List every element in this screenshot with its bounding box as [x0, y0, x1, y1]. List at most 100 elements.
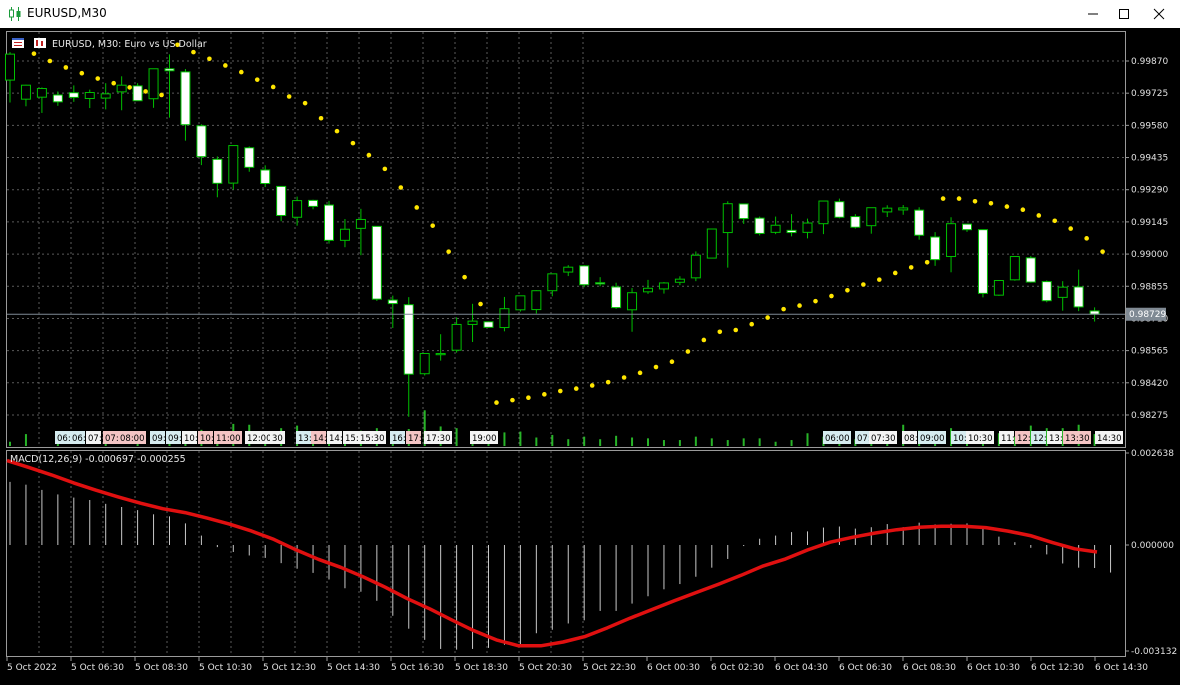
sar-dot: [478, 301, 483, 307]
sar-dot: [1052, 218, 1058, 224]
macd-tick-label: -0.003132: [1131, 647, 1177, 657]
time-label: 6 Oct 10:30: [967, 663, 1020, 673]
session-tag-label: 08:: [904, 434, 918, 444]
candle-body: [1073, 286, 1084, 308]
sar-dot: [1100, 249, 1105, 254]
candle-body: [324, 204, 334, 241]
session-tag-label: 14:: [313, 434, 327, 444]
price-tick-label: 0.99580: [1131, 121, 1168, 131]
price-chart[interactable]: 06: 06: 07: 07: 08:00 09: 09: 10: 10: 11:00 12:00 3…: [0, 28, 1180, 685]
sar-dot: [127, 85, 132, 90]
price-tick-label: 0.99290: [1131, 186, 1168, 196]
time-label: 5 Oct 14:30: [327, 663, 380, 673]
sar-dot: [605, 379, 611, 385]
candle-body: [914, 209, 925, 236]
session-tag-label: 11:: [1001, 434, 1015, 444]
candle-body: [563, 266, 574, 273]
session-tag-label: 07:: [105, 434, 119, 444]
sar-dot: [924, 260, 930, 265]
time-label: 6 Oct 14:30: [1095, 663, 1148, 673]
sar-dot: [286, 94, 292, 99]
minimize-icon: [1088, 13, 1098, 15]
session-tag-label: 17:: [408, 434, 422, 444]
maximize-button[interactable]: [1107, 0, 1141, 28]
session-tag-label: 12:: [1017, 434, 1031, 444]
candle-body: [1057, 286, 1068, 298]
time-label: 5 Oct 18:30: [455, 663, 508, 673]
candle-body: [483, 321, 494, 328]
time-label: 6 Oct 06:30: [839, 663, 892, 673]
candle-body: [643, 287, 653, 293]
price-tick-label: 0.98565: [1131, 347, 1168, 357]
candle-body: [690, 254, 701, 279]
session-tag-label: 12:: [1033, 434, 1047, 444]
candle-body: [260, 169, 271, 185]
macd-tick-label: 0.002638: [1131, 449, 1174, 459]
candle-body: [850, 216, 861, 228]
sar-dot: [589, 383, 595, 388]
candle-body: [132, 85, 143, 102]
maximize-icon: [1119, 9, 1129, 19]
time-label: 5 Oct 12:30: [263, 663, 316, 673]
sar-dot: [733, 327, 739, 333]
candlestick-chart-icon: [9, 7, 21, 21]
sar-dot: [526, 395, 531, 400]
candle-body: [1025, 257, 1036, 283]
candle-body: [882, 207, 893, 213]
sar-dot: [701, 337, 707, 343]
candle-body: [148, 68, 159, 100]
price-tick-label: 0.99435: [1131, 154, 1168, 164]
session-tag-label: 10:: [200, 434, 214, 444]
sar-dot: [877, 277, 882, 282]
session-tag-label: 14:30: [1097, 434, 1122, 444]
sar-dot: [685, 349, 691, 354]
instrument-list-icon[interactable]: [12, 38, 24, 48]
sar-dot: [797, 303, 802, 308]
session-tag-label: 10:30: [968, 434, 993, 444]
session-tag-label: 13:: [1049, 434, 1063, 444]
session-tag-label: 15:30: [360, 434, 385, 444]
session-tag-label: 11:00: [216, 434, 241, 444]
close-icon: [1153, 8, 1165, 20]
session-tag-label: 13:: [298, 434, 312, 444]
sar-dot: [908, 265, 914, 270]
time-label: 5 Oct 20:30: [519, 663, 572, 673]
session-tag-label: 09:: [152, 434, 166, 444]
candle-body: [579, 265, 590, 286]
sar-dot: [1020, 207, 1026, 213]
chart-type-icon[interactable]: [34, 38, 46, 48]
candle-body: [1041, 281, 1052, 302]
minimize-button[interactable]: [1076, 0, 1110, 28]
sar-dot: [829, 293, 834, 299]
candle-body: [499, 308, 510, 329]
sar-dot: [669, 359, 675, 365]
price-tick-label: 0.98275: [1131, 411, 1168, 421]
candle-body: [435, 353, 446, 356]
sar-dot: [1084, 236, 1089, 241]
candle-body: [1009, 256, 1020, 281]
candle-body: [164, 68, 175, 72]
sar-dot: [446, 249, 451, 254]
candle-body: [898, 207, 909, 211]
sar-dot: [47, 58, 53, 64]
candle-body: [962, 223, 972, 231]
session-tag-label: 09:: [168, 434, 182, 444]
candle-body: [228, 145, 239, 184]
candle-body: [451, 323, 462, 351]
sar-dot: [350, 140, 356, 146]
sar-dot: [79, 70, 85, 76]
candle-body: [818, 200, 829, 225]
candle-body: [387, 299, 398, 305]
candle-body: [515, 295, 526, 311]
sar-dot: [318, 115, 324, 121]
time-label: 5 Oct 08:30: [135, 663, 188, 673]
session-tag-label: 30: [272, 434, 283, 444]
sar-dot: [940, 196, 946, 201]
sar-dot: [334, 128, 340, 134]
session-tag-label: 06:00: [825, 434, 850, 444]
sar-dot: [111, 80, 116, 86]
close-button[interactable]: [1142, 0, 1176, 28]
candle-body: [802, 222, 813, 233]
sar-dot: [510, 397, 515, 403]
candle-body: [403, 304, 414, 375]
